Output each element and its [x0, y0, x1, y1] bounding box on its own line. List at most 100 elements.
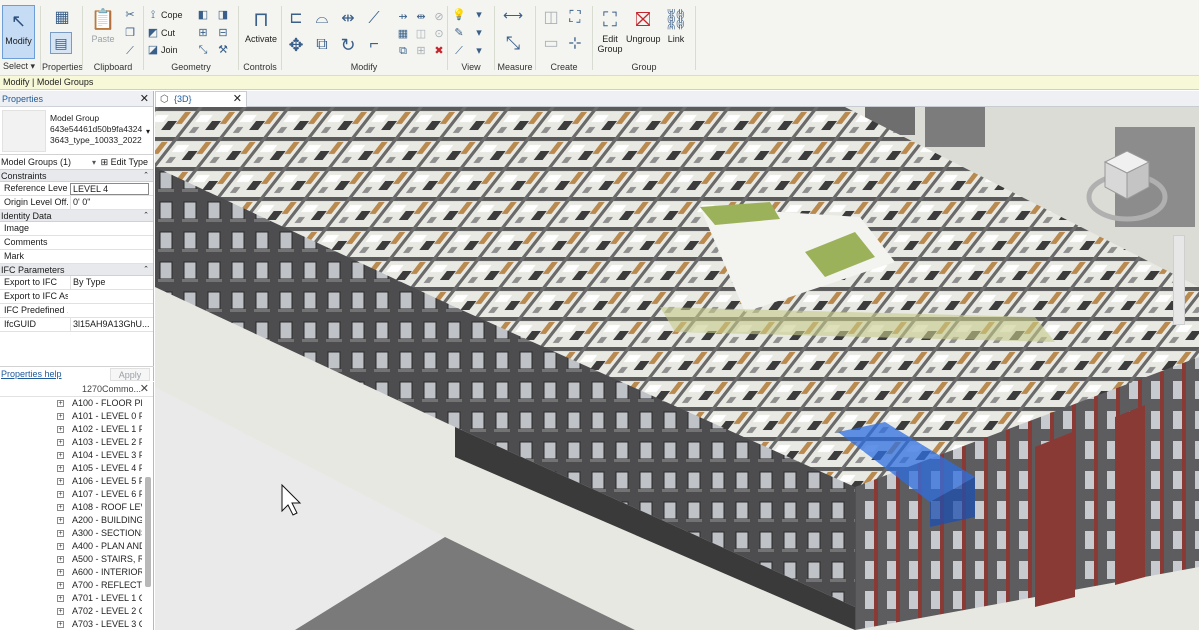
- create-similar-icon[interactable]: ⊹: [565, 34, 585, 54]
- expand-icon[interactable]: +: [57, 530, 64, 537]
- wall-joins-icon[interactable]: ◨: [215, 8, 231, 22]
- tree-item[interactable]: + A703 - LEVEL 3 CE: [0, 618, 142, 630]
- tree-item[interactable]: + A700 - REFLECTEL: [0, 579, 142, 592]
- export-to-ifc-field[interactable]: By Type: [70, 276, 149, 289]
- copy-small-icon[interactable]: ⧉: [395, 44, 411, 58]
- tree-item[interactable]: + A106 - LEVEL 5 PL: [0, 475, 142, 488]
- chevron-down-icon[interactable]: ▾: [92, 155, 96, 170]
- pen-icon[interactable]: ✎: [451, 26, 467, 40]
- remove-paint-icon[interactable]: ⊟: [215, 26, 231, 40]
- type-properties-icon[interactable]: ▦: [52, 8, 72, 28]
- mirror-draw-icon[interactable]: ⟋: [363, 8, 385, 30]
- hammer-icon[interactable]: ⚒: [215, 43, 231, 57]
- dimension-icon[interactable]: ⤡: [498, 32, 528, 54]
- expand-icon[interactable]: +: [57, 621, 64, 628]
- trim-extend-icon[interactable]: ⊞: [413, 44, 429, 58]
- expand-icon[interactable]: +: [57, 556, 64, 563]
- instance-filter-label[interactable]: Model Groups (1): [1, 157, 71, 167]
- expand-icon[interactable]: +: [57, 504, 64, 511]
- tree-item[interactable]: + A105 - LEVEL 4 PL: [0, 462, 142, 475]
- unpin-icon[interactable]: ⊘: [431, 10, 447, 24]
- offset-icon[interactable]: ⌓: [311, 8, 333, 30]
- modify-button[interactable]: ↖ Modify: [2, 5, 35, 59]
- copy-element-icon[interactable]: ⧉: [311, 34, 333, 56]
- tree-item[interactable]: + A600 - INTERIOR: [0, 566, 142, 579]
- expand-icon[interactable]: +: [57, 452, 64, 459]
- expand-icon[interactable]: +: [57, 543, 64, 550]
- navigation-bar[interactable]: [1173, 235, 1185, 325]
- lightbulb-icon[interactable]: 💡: [451, 8, 467, 22]
- properties-help-link[interactable]: Properties help: [1, 367, 62, 382]
- expand-icon[interactable]: +: [57, 491, 64, 498]
- tree-item[interactable]: + A300 - SECTIONS: [0, 527, 142, 540]
- apply-button[interactable]: Apply: [110, 368, 150, 381]
- expand-icon[interactable]: +: [57, 517, 64, 524]
- array-icon[interactable]: ▦: [395, 27, 411, 41]
- create-parts-icon[interactable]: ▭: [541, 34, 561, 54]
- split-gap-icon[interactable]: ⇹: [413, 10, 429, 24]
- paste-button[interactable]: 📋 Paste: [90, 8, 116, 44]
- close-icon[interactable]: ✕: [140, 382, 149, 397]
- select-dropdown[interactable]: Select ▾: [0, 61, 38, 72]
- match-properties-icon[interactable]: ⟋: [122, 44, 138, 58]
- expand-icon[interactable]: +: [57, 478, 64, 485]
- trim-icon[interactable]: ⌐: [363, 34, 385, 56]
- expand-icon[interactable]: +: [57, 439, 64, 446]
- align-icon[interactable]: ⊏: [285, 8, 307, 30]
- expand-icon[interactable]: +: [57, 582, 64, 589]
- join-icon[interactable]: ◪: [145, 43, 161, 57]
- tree-item[interactable]: + A701 - LEVEL 1 CE: [0, 592, 142, 605]
- expand-icon[interactable]: +: [57, 569, 64, 576]
- expand-icon[interactable]: +: [57, 595, 64, 602]
- tree-item[interactable]: + A104 - LEVEL 3 PL: [0, 449, 142, 462]
- expand-icon[interactable]: +: [57, 400, 64, 407]
- move-icon[interactable]: ✥: [285, 34, 307, 56]
- expand-icon[interactable]: +: [57, 465, 64, 472]
- expand-icon[interactable]: +: [57, 608, 64, 615]
- pin-icon[interactable]: ⊙: [431, 27, 447, 41]
- copy-icon[interactable]: ❐: [122, 26, 138, 40]
- rotate-icon[interactable]: ↻: [337, 34, 359, 56]
- group-header-identity-data[interactable]: Identity Data ⌃: [0, 210, 153, 222]
- group-header-constraints[interactable]: Constraints ⌃: [0, 170, 153, 182]
- join-button[interactable]: Join: [161, 45, 178, 55]
- origin-level-offset-field[interactable]: 0' 0": [70, 196, 149, 209]
- chevron-down-icon[interactable]: ▾: [146, 127, 150, 136]
- ifc-guid-field[interactable]: 3l15AH9A13GhU...: [70, 318, 149, 331]
- cut-button[interactable]: Cut: [161, 28, 175, 38]
- tree-item[interactable]: + A100 - FLOOR PL: [0, 397, 142, 410]
- expand-icon[interactable]: +: [57, 426, 64, 433]
- reference-level-field[interactable]: LEVEL 4: [70, 183, 149, 195]
- cut-scissors-icon[interactable]: ✂: [122, 8, 138, 22]
- delete-icon[interactable]: ✖: [431, 44, 447, 58]
- create-assembly-icon[interactable]: ◫: [541, 8, 561, 28]
- 3d-viewport[interactable]: [155, 107, 1199, 630]
- split-icon[interactable]: ⇸: [395, 10, 411, 24]
- linework-icon[interactable]: ▾: [471, 26, 487, 40]
- tree-item[interactable]: + A107 - LEVEL 6 PL: [0, 488, 142, 501]
- tree-item[interactable]: + A702 - LEVEL 2 CE: [0, 605, 142, 618]
- cope-button[interactable]: Cope: [161, 10, 183, 20]
- close-icon[interactable]: ✕: [140, 91, 149, 107]
- tree-item[interactable]: + A500 - STAIRS, RA: [0, 553, 142, 566]
- expand-icon[interactable]: +: [57, 413, 64, 420]
- tree-item[interactable]: + A103 - LEVEL 2 PL: [0, 436, 142, 449]
- create-group-icon[interactable]: ⛶: [565, 8, 585, 28]
- browser-scrollbar[interactable]: [145, 477, 151, 587]
- demolish-icon[interactable]: ⤡: [195, 43, 211, 57]
- close-icon[interactable]: ✕: [233, 92, 242, 107]
- type-selector[interactable]: Model Group 643e54461d50b9fa4324 3643_ty…: [0, 107, 153, 155]
- measure-between-icon[interactable]: ⟷: [498, 8, 528, 22]
- properties-icon[interactable]: ▤: [50, 32, 72, 54]
- tree-item[interactable]: + A400 - PLAN AND: [0, 540, 142, 553]
- tree-item[interactable]: + A108 - ROOF LEV: [0, 501, 142, 514]
- hide-icon[interactable]: ▾: [471, 44, 487, 58]
- tree-item[interactable]: + A102 - LEVEL 1 PL: [0, 423, 142, 436]
- tab-3d-view[interactable]: ⬡ {3D} ✕: [155, 91, 247, 107]
- link-button[interactable]: ⛓ Link: [662, 8, 690, 44]
- group-header-ifc-parameters[interactable]: IFC Parameters ⌃: [0, 264, 153, 276]
- split-face-icon[interactable]: ◧: [195, 8, 211, 22]
- tree-item[interactable]: + A101 - LEVEL 0 PL: [0, 410, 142, 423]
- edit-group-button[interactable]: ⛶ Edit Group: [594, 8, 626, 54]
- edit-type-button[interactable]: ⊞ Edit Type: [101, 155, 148, 170]
